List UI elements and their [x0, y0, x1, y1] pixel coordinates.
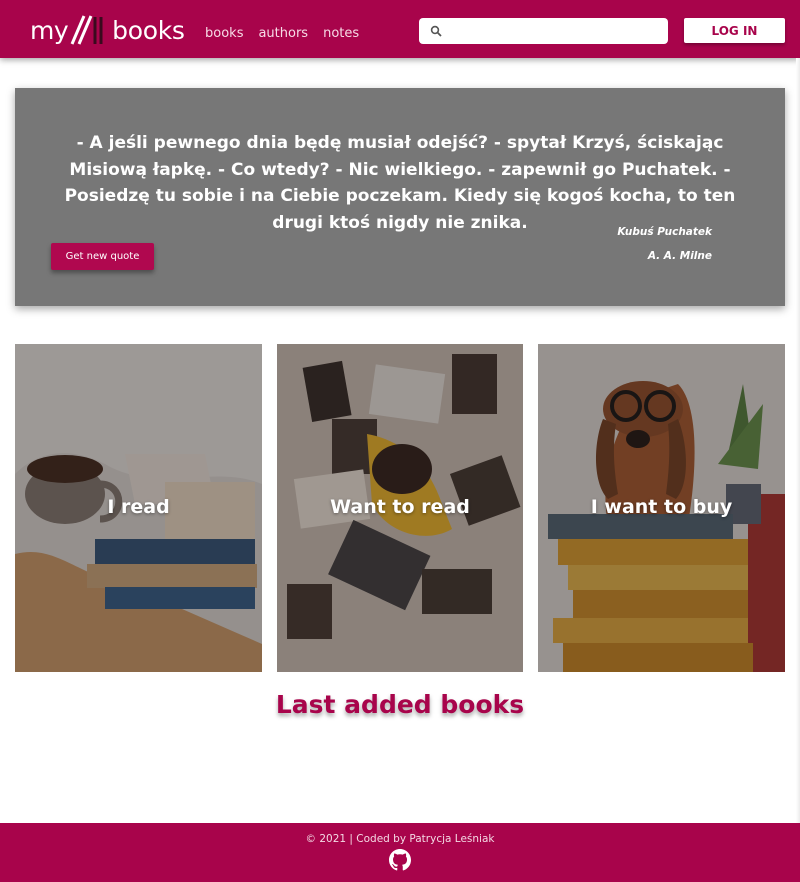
- category-card-want-to-read[interactable]: Want to read: [277, 344, 523, 672]
- github-icon[interactable]: [389, 849, 411, 871]
- last-added-books-heading: Last added books: [275, 690, 525, 719]
- quote-text: - A jeśli pewnego dnia będę musiał odejś…: [64, 133, 736, 233]
- logo[interactable]: my books: [30, 12, 185, 46]
- logo-slashes-icon: [70, 15, 103, 45]
- footer: © 2021 | Coded by Patrycja Leśniak: [0, 823, 800, 882]
- nav-notes-link[interactable]: notes: [323, 26, 359, 41]
- quote-source: Kubuś Puchatek: [617, 226, 712, 238]
- search-icon: [430, 25, 442, 37]
- search-input[interactable]: [448, 24, 658, 38]
- login-button[interactable]: LOG IN: [684, 18, 785, 43]
- search-box[interactable]: [419, 18, 668, 44]
- logo-books-text: books: [112, 16, 185, 45]
- category-label-i-want-to-buy: I want to buy: [590, 496, 733, 518]
- logo-my-text: my: [30, 16, 69, 45]
- quote-author: A. A. Milne: [647, 250, 712, 262]
- category-label-want-to-read: Want to read: [330, 496, 470, 518]
- category-card-i-want-to-buy[interactable]: I want to buy: [538, 344, 785, 672]
- nav-books-link[interactable]: books: [205, 26, 243, 41]
- main-nav: books authors notes: [205, 26, 359, 41]
- footer-credit: © 2021 | Coded by Patrycja Leśniak: [305, 833, 495, 845]
- category-card-i-read[interactable]: I read: [15, 344, 262, 672]
- category-label-i-read: I read: [107, 496, 170, 518]
- top-navbar: my books books authors notes LOG IN: [0, 0, 800, 58]
- get-new-quote-button[interactable]: Get new quote: [51, 243, 154, 270]
- quote-panel: - A jeśli pewnego dnia będę musiał odejś…: [15, 88, 785, 306]
- nav-authors-link[interactable]: authors: [258, 26, 308, 41]
